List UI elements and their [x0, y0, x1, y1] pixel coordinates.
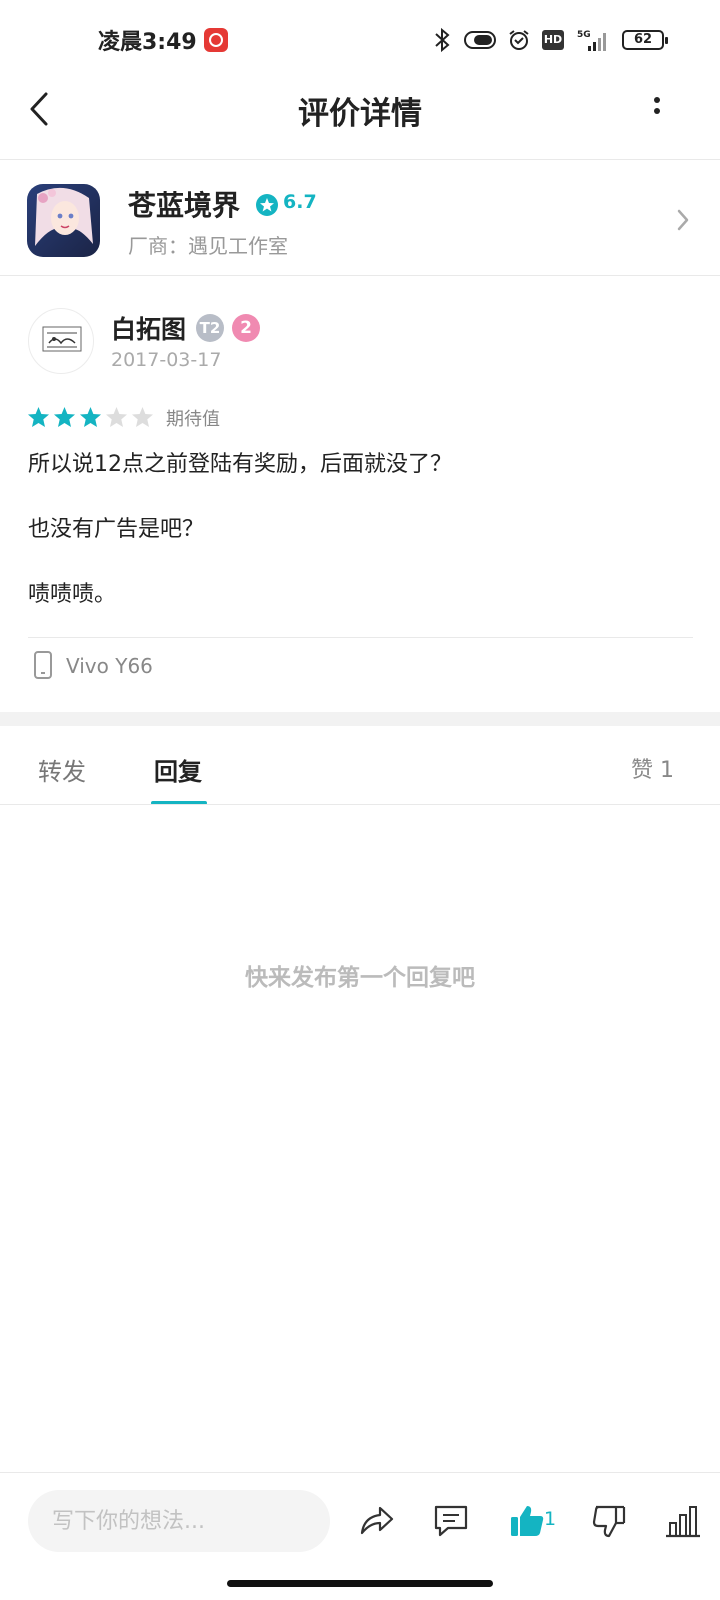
home-indicator[interactable]	[227, 1580, 493, 1587]
empty-replies-hint: 快来发布第一个回复吧	[245, 965, 475, 991]
toggle-icon	[464, 31, 496, 49]
divider	[0, 159, 720, 160]
star-icon	[27, 406, 50, 428]
status-icons: HD 5G 62	[432, 26, 668, 54]
stats-icon[interactable]	[664, 1503, 702, 1539]
page-title: 评价详情	[298, 96, 422, 132]
share-icon[interactable]	[358, 1503, 396, 1539]
alarm-icon	[509, 30, 529, 50]
user-name[interactable]: 白拓图	[111, 310, 186, 346]
star-icon	[131, 406, 154, 428]
tab-reply[interactable]: 回复	[154, 752, 202, 787]
divider	[0, 804, 720, 805]
phone-icon	[34, 651, 52, 679]
avatar[interactable]	[28, 308, 94, 374]
rating-star-icon	[256, 194, 278, 216]
thumbs-up-icon[interactable]	[508, 1503, 546, 1539]
more-icon[interactable]	[650, 96, 664, 126]
like-count: 1	[544, 1508, 557, 1530]
star-icon	[79, 406, 102, 428]
review-text-line: 也没有广告是吧？	[28, 517, 205, 542]
app-score: 6.7	[283, 191, 317, 213]
review-date: 2017-03-17	[111, 349, 222, 371]
signal-icon: 5G	[577, 30, 606, 51]
app-name[interactable]: 苍蓝境界	[128, 184, 240, 224]
thumbs-down-icon[interactable]	[590, 1503, 628, 1539]
divider	[0, 275, 720, 276]
rating-label: 期待值	[166, 409, 220, 430]
likes-count-tab[interactable]: 赞 1	[631, 752, 674, 784]
device-name: Vivo Y66	[66, 654, 153, 678]
status-time: 凌晨3:49	[98, 30, 197, 55]
star-icon	[53, 406, 76, 428]
review-text-line: 所以说12点之前登陆有奖励，后面就没了？	[28, 452, 452, 477]
battery-icon: 62	[622, 30, 668, 50]
user-level-badge: 2	[232, 314, 260, 342]
divider	[28, 637, 693, 638]
comment-icon[interactable]	[432, 1503, 470, 1539]
star-rating	[27, 406, 154, 428]
bluetooth-icon	[435, 27, 450, 53]
comment-input[interactable]	[28, 1490, 330, 1552]
notification-app-icon	[204, 28, 228, 52]
review-text-line: 啧啧啧。	[28, 582, 117, 607]
app-developer: 厂商：遇见工作室	[128, 234, 288, 258]
chevron-right-icon[interactable]	[676, 208, 690, 232]
network-label: 5G	[577, 30, 591, 40]
user-badge-t2: T2	[196, 314, 224, 342]
hd-badge: HD	[542, 30, 564, 50]
star-icon	[105, 406, 128, 428]
tab-forward[interactable]: 转发	[38, 752, 86, 787]
divider	[0, 1472, 720, 1473]
section-separator	[0, 712, 720, 726]
app-icon[interactable]	[27, 184, 100, 257]
